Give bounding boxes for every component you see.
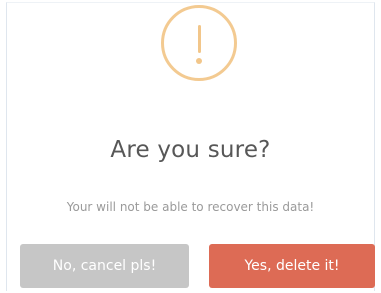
cancel-button[interactable]: No, cancel pls! [20,244,189,288]
dialog-title: Are you sure? [110,137,271,163]
exclamation-dot [196,58,202,64]
confirm-delete-button[interactable]: Yes, delete it! [209,244,375,288]
dialog-message: Your will not be able to recover this da… [66,200,315,214]
exclamation-bar [197,25,201,53]
viewport: Are you sure? Your will not be able to r… [0,0,381,293]
warning-icon [161,5,237,81]
